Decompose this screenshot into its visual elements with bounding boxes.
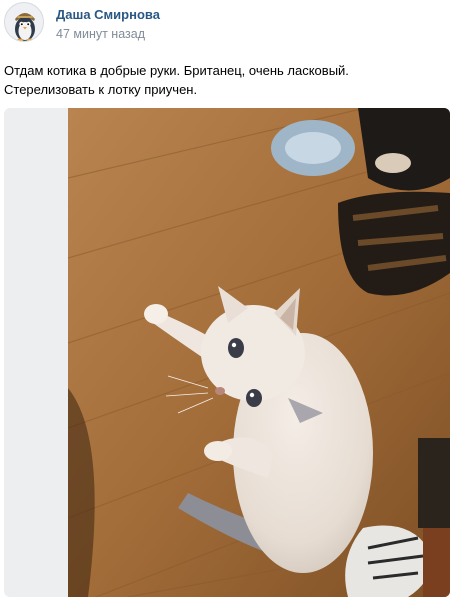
cat-photo-icon[interactable]	[68, 108, 450, 597]
author-name[interactable]: Даша Смирнова	[56, 7, 160, 23]
penguin-avatar-icon	[5, 3, 43, 41]
post-text-line: Отдам котика в добрые руки. Британец, оч…	[4, 63, 349, 78]
post-text: Отдам котика в добрые руки. Британец, оч…	[4, 61, 444, 99]
post-header: Даша Смирнова 47 минут назад	[4, 2, 444, 46]
avatar[interactable]	[4, 2, 44, 42]
post-media[interactable]	[4, 108, 450, 597]
wall-post: Даша Смирнова 47 минут назад Отдам котик…	[0, 0, 457, 599]
post-time[interactable]: 47 минут назад	[56, 26, 145, 42]
post-text-line: Стерелизовать к лотку приучен.	[4, 82, 198, 97]
